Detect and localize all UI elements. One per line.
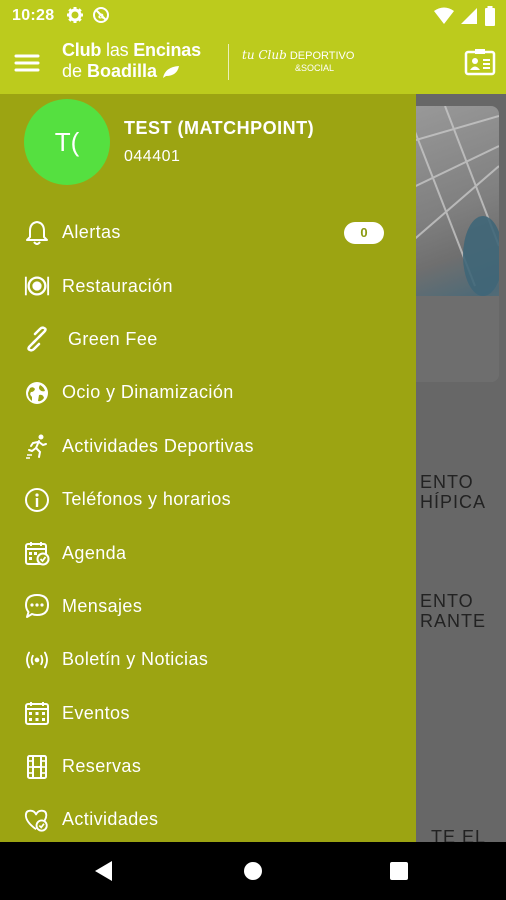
signal-icon [460, 7, 478, 25]
back-triangle-icon [95, 861, 112, 881]
avatar[interactable]: T( [24, 99, 110, 185]
status-bar: 10:28 a [0, 0, 506, 32]
runner-icon [24, 433, 50, 459]
club-logo: Club las Encinas de Boadilla [62, 40, 201, 82]
menu-item-label: Actividades [62, 809, 159, 830]
menu-item-actividades[interactable]: Actividades [0, 793, 416, 842]
plate-icon [24, 273, 50, 299]
globe-icon [24, 380, 50, 406]
user-id: 044401 [124, 148, 181, 165]
drawer-menu: Alertas 0 Restauración Green Fee Ocio y … [0, 206, 416, 842]
bg-card-title-2: ENTO RANTE [419, 591, 486, 631]
logo-club-word: Club [62, 40, 102, 60]
system-nav-bar [0, 842, 506, 900]
hamburger-menu-button[interactable] [12, 48, 42, 78]
menu-item-label: Mensajes [62, 595, 143, 616]
logo-tagline: tu Club DEPORTIVO &SOCIAL [242, 48, 355, 73]
bell-icon [24, 220, 50, 246]
status-time: 10:28 [12, 7, 55, 24]
tagline-sub: &SOCIAL [295, 63, 335, 73]
logo-divider [228, 44, 229, 80]
menu-item-label: Actividades Deportivas [62, 435, 254, 456]
back-button[interactable] [94, 860, 114, 882]
menu-item-alertas[interactable]: Alertas 0 [0, 206, 416, 259]
menu-item-label: Boletín y Noticias [62, 649, 209, 670]
calendar-check-icon [24, 540, 50, 566]
tagline-script: tu Club [242, 48, 287, 62]
menu-item-label: Agenda [62, 542, 127, 563]
home-button[interactable] [244, 862, 262, 880]
menu-item-ocio[interactable]: Ocio y Dinamización [0, 366, 416, 419]
calendar-grid-icon [24, 700, 50, 726]
logo-de-word: de [62, 61, 83, 81]
member-card-button[interactable] [464, 46, 496, 78]
logo-encinas-word: Encinas [133, 40, 201, 60]
navigation-drawer: T( TEST (MATCHPOINT) 044401 Alertas 0 Re… [0, 94, 416, 842]
menu-item-label: Ocio y Dinamización [62, 382, 234, 403]
logo-boadilla-word: Boadilla [87, 61, 158, 81]
menu-item-reservas[interactable]: Reservas [0, 740, 416, 793]
tagline-main: DEPORTIVO [289, 50, 355, 62]
menu-item-label: Eventos [62, 702, 130, 723]
menu-item-label: Reservas [62, 756, 142, 777]
menu-item-label: Alertas [62, 222, 121, 243]
battery-icon [484, 6, 496, 26]
menu-item-label: Teléfonos y horarios [62, 489, 232, 510]
broadcast-icon [24, 647, 50, 673]
id-card-icon [464, 49, 496, 76]
no-disturb-icon: a [92, 6, 110, 24]
menu-item-agenda[interactable]: Agenda [0, 526, 416, 579]
leaf-icon [162, 65, 180, 79]
alerts-count-badge: 0 [344, 221, 384, 244]
hamburger-icon [14, 54, 40, 72]
link-icon [24, 326, 50, 353]
film-icon [24, 754, 50, 780]
bg-card-title-1: ENTO HÍPICA [419, 472, 486, 512]
menu-item-green-fee[interactable]: Green Fee [0, 313, 416, 366]
menu-item-restauracion[interactable]: Restauración [0, 259, 416, 312]
logo-las-word: las [106, 40, 129, 60]
recents-button[interactable] [390, 862, 408, 880]
info-icon [24, 487, 50, 513]
app-bar: Club las Encinas de Boadilla tu Club DEP… [0, 32, 506, 94]
avatar-initials: T( [54, 126, 80, 157]
menu-item-eventos[interactable]: Eventos [0, 687, 416, 740]
user-name: TEST (MATCHPOINT) [124, 118, 315, 138]
menu-item-mensajes[interactable]: Mensajes [0, 580, 416, 633]
svg-text:a: a [98, 12, 104, 22]
menu-item-telefonos[interactable]: Teléfonos y horarios [0, 473, 416, 526]
heart-check-icon [24, 807, 50, 833]
menu-item-label: Green Fee [68, 328, 158, 349]
chat-icon [24, 593, 50, 619]
menu-item-actividades-deportivas[interactable]: Actividades Deportivas [0, 420, 416, 473]
menu-item-label: Restauración [62, 275, 173, 296]
gear-icon [66, 6, 84, 24]
menu-item-boletin[interactable]: Boletín y Noticias [0, 633, 416, 686]
wifi-icon [434, 7, 454, 25]
